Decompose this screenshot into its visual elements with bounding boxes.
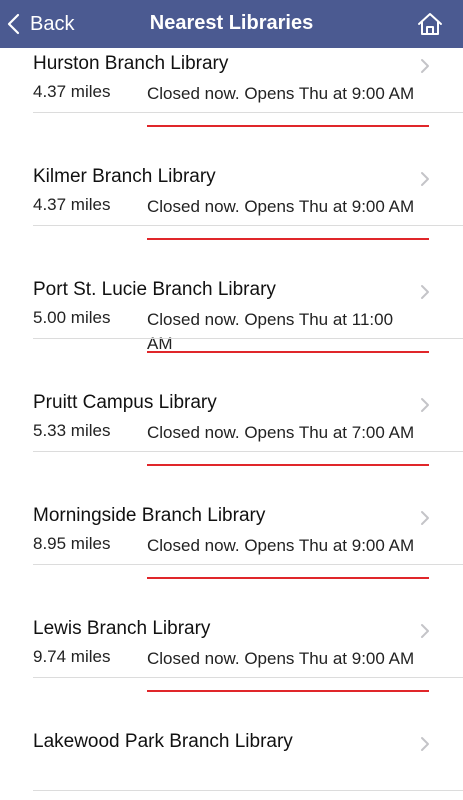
library-status: Closed now. Opens Thu at 9:00 AM	[147, 649, 415, 668]
library-row[interactable]: Hurston Branch Library 4.37 miles Closed n…	[0, 48, 463, 127]
library-name: Morningside Branch Library	[33, 505, 266, 526]
library-status: Closed now. Opens Thu at 9:00 AM	[147, 84, 415, 103]
library-distance: 5.00 miles	[33, 308, 111, 327]
chevron-right-icon	[421, 737, 429, 751]
page-title: Nearest Libraries	[149, 12, 314, 34]
row-divider	[33, 790, 463, 791]
library-row[interactable]: Lewis Branch Library 9.74 miles Closed now…	[0, 565, 463, 692]
library-distance: 8.95 miles	[33, 534, 111, 553]
library-row[interactable]: Pruitt Campus Library 5.33 miles Closed no…	[0, 339, 463, 466]
library-name: Pruitt Campus Library	[33, 392, 217, 413]
chevron-right-icon	[421, 398, 429, 412]
chevron-right-icon	[421, 59, 429, 73]
library-row[interactable]: Kilmer Branch Library 4.37 miles Closed no…	[0, 113, 463, 240]
library-distance: 9.74 miles	[33, 647, 111, 666]
home-icon[interactable]	[417, 12, 443, 36]
library-row[interactable]: Morningside Branch Library 8.95 miles Clos…	[0, 452, 463, 579]
chevron-right-icon	[421, 285, 429, 299]
chevron-right-icon	[421, 172, 429, 186]
library-name: Lakewood Park Branch Library	[33, 731, 293, 752]
chevron-right-icon	[421, 511, 429, 525]
library-distance: 5.33 miles	[33, 421, 111, 440]
navigation-bar: Back Nearest Libraries	[0, 0, 463, 48]
library-name: Lewis Branch Library	[33, 618, 211, 639]
library-name: Port St. Lucie Branch Library	[33, 279, 276, 300]
library-row[interactable]: Port St. Lucie Branch Library 5.00 miles C…	[0, 226, 463, 353]
library-status: Closed now. Opens Thu at 9:00 AM	[147, 536, 415, 555]
library-status: Closed now. Opens Thu at 9:00 AM	[147, 197, 415, 216]
library-status: Closed now. Opens Thu at 7:00 AM	[147, 423, 415, 442]
library-distance: 4.37 miles	[33, 82, 111, 101]
library-name: Kilmer Branch Library	[33, 166, 216, 187]
library-list: Hurston Branch Library 4.37 miles Closed n…	[0, 48, 463, 800]
library-row[interactable]: Lakewood Park Branch Library	[0, 678, 463, 791]
chevron-right-icon	[421, 624, 429, 638]
library-name: Hurston Branch Library	[33, 53, 229, 74]
library-distance: 4.37 miles	[33, 195, 111, 214]
